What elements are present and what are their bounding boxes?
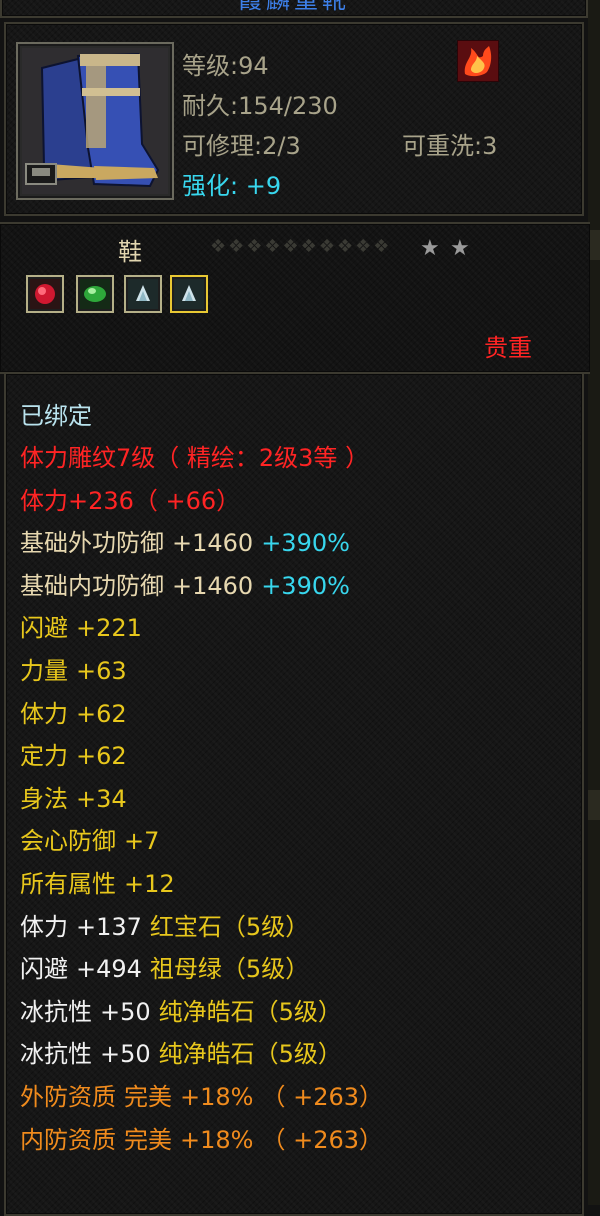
ornament-text: ❖❖❖❖❖❖❖❖❖❖ — [210, 236, 392, 257]
stat-text: 基础外功防御 — [20, 529, 164, 558]
stat-text: 纯净皓石（5级） — [158, 997, 342, 1026]
stat-text: +18% — [180, 1083, 254, 1111]
stat-row: 基础外功防御 +1460 +390% — [20, 527, 358, 559]
stat-text: 冰抗性 — [20, 997, 92, 1026]
durability-text: 耐久:154/230 — [182, 92, 338, 120]
stat-text: +7 — [124, 827, 160, 856]
stat-text: 会心防御 — [20, 827, 116, 856]
emerald-gem-icon — [80, 279, 110, 309]
stat-text: +34 — [76, 784, 127, 813]
item-header-panel: 等级:94 耐久:154/230 可修理:2/3 可重洗:3 强化: +9 — [4, 22, 584, 216]
stat-row: 体力 +137 红宝石（5级） — [20, 911, 317, 943]
item-icon-slot[interactable] — [16, 42, 174, 200]
stat-row: 力量 +63 — [20, 655, 135, 687]
level-text: 等级:94 — [182, 52, 269, 80]
stat-text: +221 — [76, 614, 142, 643]
diamond-gem-icon — [128, 279, 158, 309]
stat-row: 定力 +62 — [20, 740, 135, 772]
flame-badge-icon — [457, 40, 499, 82]
title-bar: 霞麟重靴 — [0, 0, 588, 18]
stat-text: 红宝石（5级） — [149, 912, 310, 941]
stat-text: （ +263） — [261, 1083, 383, 1111]
star-icon: ★ — [450, 236, 470, 261]
item-title: 霞麟重靴 — [238, 0, 350, 14]
stat-text: +63 — [76, 657, 127, 685]
stat-row: 闪避 +221 — [20, 612, 150, 644]
stats-panel: 已绑定 体力雕纹7级（ 精绘：2级3等 ） 体力+236（ +66） 基础外功防御 +… — [4, 372, 584, 1216]
stat-text: （ +263） — [261, 1125, 383, 1154]
stat-text: +12 — [124, 870, 175, 898]
stat-text: 基础内功防御 — [20, 571, 164, 600]
stat-text: 祖母绿（5级） — [149, 955, 310, 984]
diamond-gem-icon — [174, 279, 204, 309]
stat-text: 闪避 — [20, 614, 68, 643]
stat-row: 体力+236（ +66） — [20, 485, 248, 517]
stat-text: 所有属性 — [20, 870, 116, 898]
stat-text: +50 — [100, 997, 151, 1026]
ruby-gem-icon — [30, 279, 60, 309]
stat-row: 会心防御 +7 — [20, 825, 167, 857]
enhance-label: 强化: — [182, 172, 239, 200]
stat-text: 完美 — [124, 1083, 172, 1111]
stat-text: +50 — [100, 1040, 151, 1069]
stat-text: 纯净皓石（5级） — [158, 1040, 342, 1069]
stat-row: 体力 +62 — [20, 698, 135, 730]
stat-text: +1460 — [172, 571, 254, 600]
stat-text: 外防资质 — [20, 1083, 116, 1111]
star-icon: ★ — [420, 236, 440, 261]
stat-text: +18% — [180, 1125, 254, 1154]
bound-status: 已绑定 — [20, 402, 92, 430]
stat-text: 定力 — [20, 742, 68, 771]
enhance-value: +9 — [245, 172, 282, 200]
gem-slot-diamond[interactable] — [170, 275, 208, 313]
gem-slot-ruby[interactable] — [26, 275, 64, 313]
slot-type-label: 鞋 — [118, 238, 142, 266]
stat-text: 身法 — [20, 784, 68, 813]
gem-slot-emerald[interactable] — [76, 275, 114, 313]
stat-text: +62 — [76, 699, 127, 728]
stat-text: 体力 — [20, 912, 68, 941]
stat-text: 闪避 — [20, 955, 68, 984]
stat-row: 身法 +34 — [20, 783, 135, 815]
stat-text: 体力雕纹7级（ 精绘：2级3等 ） — [20, 444, 370, 472]
stat-row: 基础内功防御 +1460 +390% — [20, 570, 358, 602]
stat-text: +62 — [76, 742, 127, 771]
stat-text: 冰抗性 — [20, 1040, 92, 1069]
stat-text: +1460 — [172, 529, 254, 558]
rewashable-text: 可重洗:3 — [402, 132, 498, 160]
stat-text: 完美 — [124, 1125, 172, 1154]
gem-slot-diamond[interactable] — [124, 275, 162, 313]
stat-row: 冰抗性 +50 纯净皓石（5级） — [20, 996, 350, 1028]
stat-row: 外防资质 完美 +18% （ +263） — [20, 1081, 391, 1113]
stat-text: +390% — [261, 529, 350, 558]
stat-text: 体力 — [20, 699, 68, 728]
boots-icon — [22, 48, 168, 194]
stat-text: +137 — [76, 912, 142, 941]
stat-row: 所有属性 +12 — [20, 868, 183, 900]
stat-text: 体力+236（ +66） — [20, 486, 241, 515]
stat-row: 内防资质 完美 +18% （ +263） — [20, 1124, 391, 1156]
stat-row: 闪避 +494 祖母绿（5级） — [20, 953, 317, 985]
stat-text: 内防资质 — [20, 1125, 116, 1154]
stat-text: +390% — [261, 571, 350, 600]
repairable-text: 可修理:2/3 — [182, 132, 301, 160]
grade-label: 贵重 — [484, 334, 532, 362]
stat-row: 冰抗性 +50 纯净皓石（5级） — [20, 1038, 350, 1070]
enhance-line: 强化: +9 — [182, 166, 281, 201]
stat-text: 力量 — [20, 657, 68, 685]
stat-row: 体力雕纹7级（ 精绘：2级3等 ） — [20, 442, 377, 474]
stat-text: +494 — [76, 955, 142, 984]
right-edge-border — [588, 0, 600, 1205]
